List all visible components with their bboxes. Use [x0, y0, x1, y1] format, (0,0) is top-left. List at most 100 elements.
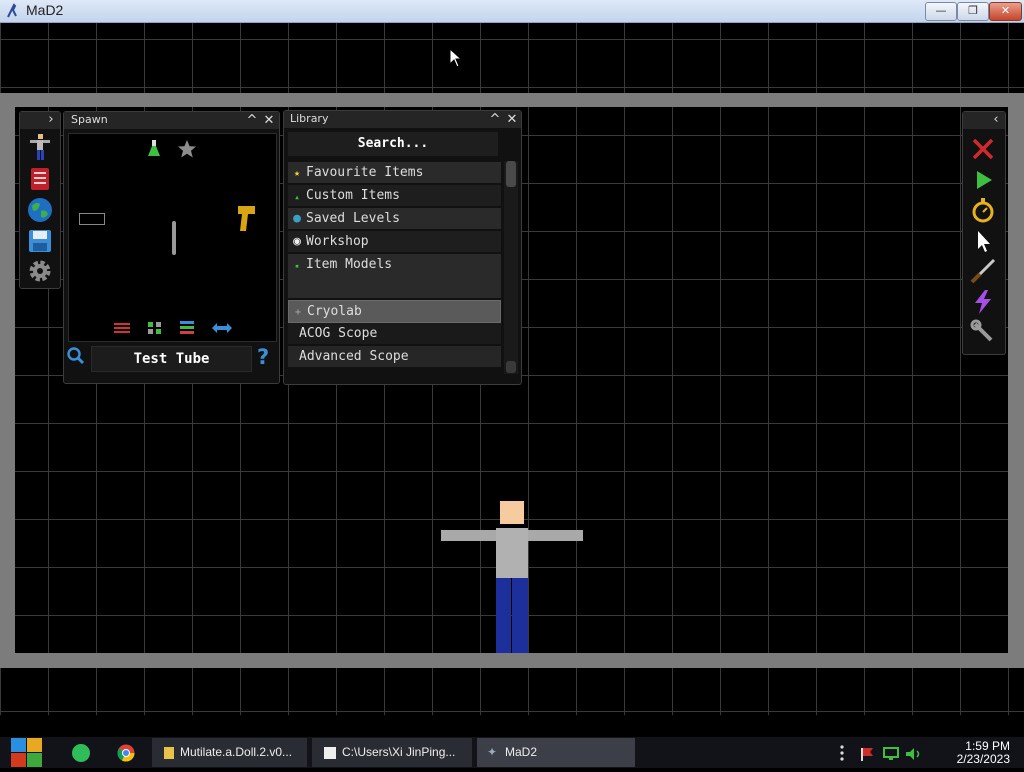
restore-button[interactable]: ❐ [957, 2, 989, 21]
item-label: Cryolab [307, 304, 362, 319]
scrollbar-thumb[interactable] [506, 161, 516, 187]
chrome-icon[interactable] [117, 744, 135, 762]
ragdoll-character[interactable] [441, 501, 583, 653]
custom-items-icon: ▲ [295, 194, 299, 201]
grid-view-icon[interactable] [147, 320, 163, 339]
close-window-button[interactable]: ✕ [989, 2, 1022, 21]
spawn-panel-title: Spawn [71, 113, 108, 126]
library-item-acog-scope[interactable]: ACOG Scope [288, 323, 501, 344]
spotify-icon[interactable] [72, 744, 90, 762]
taskbar-task-mad2[interactable]: ✦ MaD2 [477, 738, 635, 767]
folder-icon [164, 746, 174, 759]
start-button[interactable] [10, 737, 44, 768]
knife-tool-icon[interactable] [969, 257, 997, 285]
app-icon [5, 3, 19, 19]
ragdoll-right-leg[interactable] [512, 578, 528, 653]
library-scrollbar[interactable] [504, 161, 518, 374]
right-toolbar: ‹ [962, 111, 1006, 355]
steam-icon: ◉ [293, 234, 301, 249]
library-panel-header: Library ^ ✕ [284, 111, 521, 128]
window-title: MaD2 [26, 2, 64, 18]
floor-wall [0, 653, 1024, 668]
taskbar-task-7zip[interactable]: C:\Users\Xi JinPing... [312, 738, 472, 767]
pointer-tool-icon[interactable] [969, 227, 997, 255]
spawn-collapse-icon[interactable]: ^ [245, 114, 259, 128]
spawn-search-icon[interactable] [67, 347, 85, 369]
play-tool-icon[interactable] [969, 166, 997, 194]
flag-icon[interactable] [860, 746, 874, 765]
item-label: Advanced Scope [299, 349, 409, 364]
taskbar: Mutilate.a.Doll.2.v0... C:\Users\Xi JinP… [0, 737, 1024, 768]
task-label: MaD2 [505, 745, 538, 759]
item-label: ACOG Scope [299, 326, 378, 341]
ragdoll-left-leg[interactable] [496, 578, 511, 653]
star-icon[interactable] [177, 139, 197, 163]
pistol-icon[interactable] [235, 204, 257, 238]
left-toolbar-header: › [20, 112, 60, 129]
spawn-panel: Spawn ^ ✕ Test Tube ? [63, 111, 280, 384]
taskbar-task-explorer[interactable]: Mutilate.a.Doll.2.v0... [152, 738, 307, 767]
category-label: Workshop [306, 234, 369, 249]
minimize-button[interactable]: — [925, 2, 957, 21]
volume-icon[interactable] [905, 746, 923, 765]
ragdoll-torso[interactable] [496, 528, 528, 578]
globe-icon: ● [293, 211, 301, 226]
category-workshop[interactable]: ◉ Workshop [288, 231, 501, 252]
category-label: Item Models [306, 257, 393, 272]
collapse-icon[interactable]: ‹ [989, 113, 1003, 127]
task-label: C:\Users\Xi JinPing... [342, 745, 456, 759]
mad2-icon: ✦ [487, 745, 498, 759]
plus-icon: + [294, 307, 302, 318]
gear-icon[interactable] [27, 258, 53, 284]
category-favourite-items[interactable]: ★ Favourite Items [288, 162, 501, 183]
category-custom-items[interactable]: ▲ Custom Items [288, 185, 501, 206]
task-label: Mutilate.a.Doll.2.v0... [180, 745, 293, 759]
item-models-icon: ▪ [294, 262, 300, 270]
tray-overflow-icon[interactable] [840, 743, 844, 763]
flask-icon[interactable] [147, 140, 161, 162]
test-tube-icon[interactable] [169, 220, 179, 260]
ragdoll-icon[interactable] [27, 133, 53, 161]
selected-item-name: Test Tube [91, 346, 252, 372]
library-item-advanced-scope[interactable]: Advanced Scope [288, 346, 501, 367]
ceiling-wall [0, 93, 1024, 107]
7zip-icon [324, 746, 336, 759]
scroll-down-button[interactable] [506, 361, 516, 373]
right-toolbar-header: ‹ [963, 112, 1005, 129]
right-wall [1008, 93, 1024, 668]
category-label: Saved Levels [306, 211, 400, 226]
stopwatch-tool-icon[interactable] [969, 196, 997, 224]
library-panel: Library ^ ✕ Search... ★ Favourite Items ▲… [283, 110, 522, 385]
lightning-tool-icon[interactable] [969, 288, 997, 316]
list-view-icon[interactable] [179, 319, 195, 339]
ragdoll-head[interactable] [500, 501, 524, 524]
delete-tool-icon[interactable] [969, 135, 997, 163]
category-filter-icon[interactable] [113, 320, 131, 339]
expand-icon[interactable]: › [44, 113, 58, 127]
library-panel-title: Library [290, 112, 329, 125]
library-close-icon[interactable]: ✕ [505, 113, 519, 127]
empty-slot-icon[interactable] [79, 213, 105, 225]
mouse-cursor [449, 47, 463, 72]
clock-date: 2/23/2023 [956, 752, 1010, 766]
category-label: Custom Items [306, 188, 400, 203]
library-item-cryolab[interactable]: + Cryolab [288, 300, 501, 323]
window-titlebar[interactable]: MaD2 — ❐ ✕ [0, 0, 1024, 23]
spawn-close-icon[interactable]: ✕ [262, 114, 276, 128]
save-disk-icon[interactable] [28, 228, 52, 254]
category-saved-levels[interactable]: ● Saved Levels [288, 208, 501, 229]
help-icon[interactable]: ? [257, 345, 269, 369]
left-toolbar: › [19, 111, 61, 289]
wrench-tool-icon[interactable] [969, 318, 997, 346]
globe-icon[interactable] [27, 197, 53, 223]
library-collapse-icon[interactable]: ^ [488, 113, 502, 127]
book-icon[interactable] [28, 166, 52, 192]
category-label: Favourite Items [306, 165, 424, 180]
category-item-models[interactable]: ▪ Item Models [288, 254, 501, 298]
network-icon[interactable] [883, 746, 899, 765]
spawn-preview-area[interactable] [68, 133, 277, 342]
swap-arrows-icon[interactable] [211, 320, 233, 339]
clock[interactable]: 1:59 PM 2/23/2023 [930, 740, 1010, 766]
spawn-panel-header: Spawn ^ ✕ [64, 112, 279, 129]
library-search-input[interactable]: Search... [288, 132, 498, 156]
